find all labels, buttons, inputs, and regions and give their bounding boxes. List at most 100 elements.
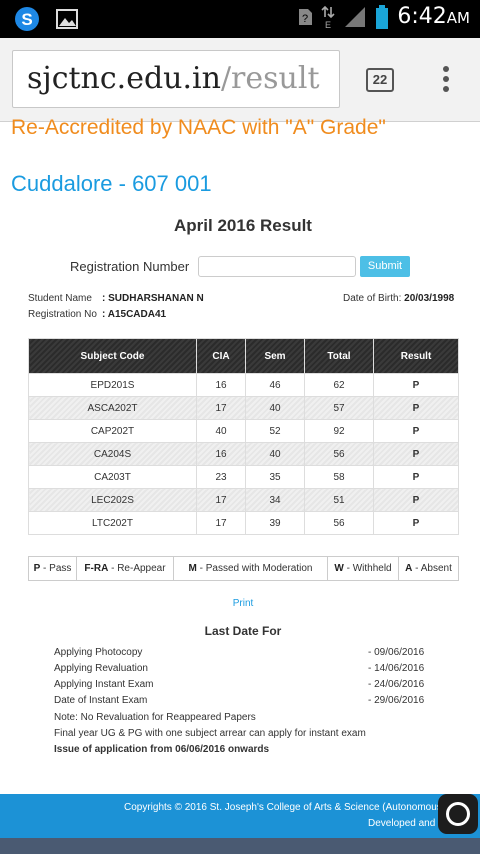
- sem: 40: [245, 396, 305, 420]
- dob-row: Date of Birth: 20/03/1998: [343, 293, 454, 304]
- registration-label: Registration Number: [70, 259, 190, 274]
- result: P: [373, 465, 459, 489]
- list-item: Applying Revaluation - 14/06/2016: [54, 663, 425, 674]
- subject-code: EPD201S: [28, 373, 197, 397]
- result: P: [373, 511, 459, 535]
- note-revaluation: Note: No Revaluation for Reappeared Pape…: [54, 712, 256, 723]
- subject-code: CA203T: [28, 465, 197, 489]
- city-text: Cuddalore - 607 001: [11, 171, 212, 196]
- reg-no: : A15CADA41: [102, 309, 167, 320]
- total: 57: [304, 396, 374, 420]
- col-cia: CIA: [196, 338, 246, 374]
- footer-bottom-bar: [0, 838, 480, 854]
- last-date-list: Applying Photocopy - 09/06/2016 Applying …: [54, 647, 434, 711]
- browser-toolbar: sjctnc.edu.in/result 22: [0, 38, 480, 122]
- battery-icon: [376, 4, 389, 29]
- col-total: Total: [304, 338, 374, 374]
- col-result: Result: [373, 338, 459, 374]
- total: 92: [304, 419, 374, 443]
- dob-label: Date of Birth:: [343, 293, 402, 304]
- note-application: Issue of application from 06/06/2016 onw…: [54, 744, 270, 755]
- list-item: Applying Instant Exam - 24/06/2016: [54, 679, 425, 690]
- table-row: CA204S 16 40 56 P: [28, 442, 459, 466]
- table-row: ASCA202T 17 40 57 P: [28, 396, 459, 420]
- total: 51: [304, 488, 374, 512]
- footer-copyright: Copyrights © 2016 St. Joseph's College o…: [124, 802, 456, 813]
- legend-withheld: W - Withheld: [327, 556, 399, 581]
- cia: 16: [196, 442, 246, 466]
- cia: 40: [196, 419, 246, 443]
- legend-table: P - Pass F-RA - Re-Appear M - Passed wit…: [28, 556, 459, 581]
- sem: 34: [245, 488, 305, 512]
- svg-text:?: ?: [302, 13, 308, 25]
- tab-switcher-button[interactable]: 22: [366, 68, 394, 92]
- reg-no-label: Registration No: [28, 309, 97, 320]
- signal-icon: [345, 6, 366, 27]
- gallery-icon: [56, 9, 78, 29]
- result: P: [373, 442, 459, 466]
- table-row: LEC202S 17 34 51 P: [28, 488, 459, 512]
- legend-reappear: F-RA - Re-Appear: [76, 556, 174, 581]
- footer: Copyrights © 2016 St. Joseph's College o…: [0, 794, 480, 838]
- footer-developer: Developed and M: [368, 818, 447, 829]
- page-title: April 2016 Result: [174, 216, 312, 235]
- address-bar[interactable]: sjctnc.edu.in/result: [12, 50, 340, 108]
- table-row: CAP202T 40 52 92 P: [28, 419, 459, 443]
- svg-text:E: E: [325, 20, 331, 29]
- status-bar: S ? E 6:42AM: [0, 0, 480, 38]
- floating-assistive-button[interactable]: [438, 794, 478, 834]
- subject-code: CA204S: [28, 442, 197, 466]
- col-sem: Sem: [245, 338, 305, 374]
- table-row: CA203T 23 35 58 P: [28, 465, 459, 489]
- subject-code: LEC202S: [28, 488, 197, 512]
- registration-form: Registration Number Submit: [70, 256, 410, 277]
- cia: 23: [196, 465, 246, 489]
- table-row: LTC202T 17 39 56 P: [28, 511, 459, 535]
- result: P: [373, 488, 459, 512]
- cia: 16: [196, 373, 246, 397]
- legend-absent: A - Absent: [398, 556, 459, 581]
- data-transfer-icon: E: [321, 5, 335, 29]
- sem: 52: [245, 419, 305, 443]
- result: P: [373, 396, 459, 420]
- dob: 20/03/1998: [404, 293, 455, 304]
- last-date-title: Last Date For: [204, 624, 282, 638]
- subject-code: LTC202T: [28, 511, 197, 535]
- registration-input[interactable]: [198, 256, 356, 277]
- result: P: [373, 373, 459, 397]
- cia: 17: [196, 488, 246, 512]
- app-s-icon: S: [15, 7, 39, 31]
- legend-pass: P - Pass: [28, 556, 77, 581]
- note-instant-exam: Final year UG & PG with one subject arre…: [54, 728, 366, 739]
- sim-unknown-icon: ?: [299, 8, 313, 25]
- cia: 17: [196, 396, 246, 420]
- legend-moderation: M - Passed with Moderation: [173, 556, 328, 581]
- sem: 46: [245, 373, 305, 397]
- accreditation-text: Re-Accredited by NAAC with "A" Grade": [11, 116, 386, 139]
- clock: 6:42AM: [397, 4, 470, 29]
- results-header-row: Subject Code CIA Sem Total Result: [28, 338, 459, 374]
- table-row: EPD201S 16 46 62 P: [28, 373, 459, 397]
- print-link[interactable]: Print: [0, 598, 480, 609]
- total: 56: [304, 442, 374, 466]
- circle-icon: [446, 802, 470, 826]
- student-name: : SUDHARSHANAN N: [102, 293, 204, 304]
- subject-code: CAP202T: [28, 419, 197, 443]
- list-item: Applying Photocopy - 09/06/2016: [54, 647, 425, 658]
- sem: 39: [245, 511, 305, 535]
- student-name-label: Student Name: [28, 293, 92, 304]
- results-table: Subject Code CIA Sem Total Result EPD201…: [28, 338, 459, 535]
- total: 58: [304, 465, 374, 489]
- reg-no-row: Registration No : A15CADA41: [28, 309, 166, 320]
- cia: 17: [196, 511, 246, 535]
- svg-text:S: S: [21, 10, 32, 29]
- subject-code: ASCA202T: [28, 396, 197, 420]
- student-name-row: Student Name : SUDHARSHANAN N: [28, 293, 204, 304]
- overflow-menu-icon[interactable]: [440, 66, 452, 96]
- total: 62: [304, 373, 374, 397]
- list-item: Date of Instant Exam - 29/06/2016: [54, 695, 425, 706]
- col-subject-code: Subject Code: [28, 338, 197, 374]
- sem: 35: [245, 465, 305, 489]
- submit-button[interactable]: Submit: [360, 256, 410, 277]
- total: 56: [304, 511, 374, 535]
